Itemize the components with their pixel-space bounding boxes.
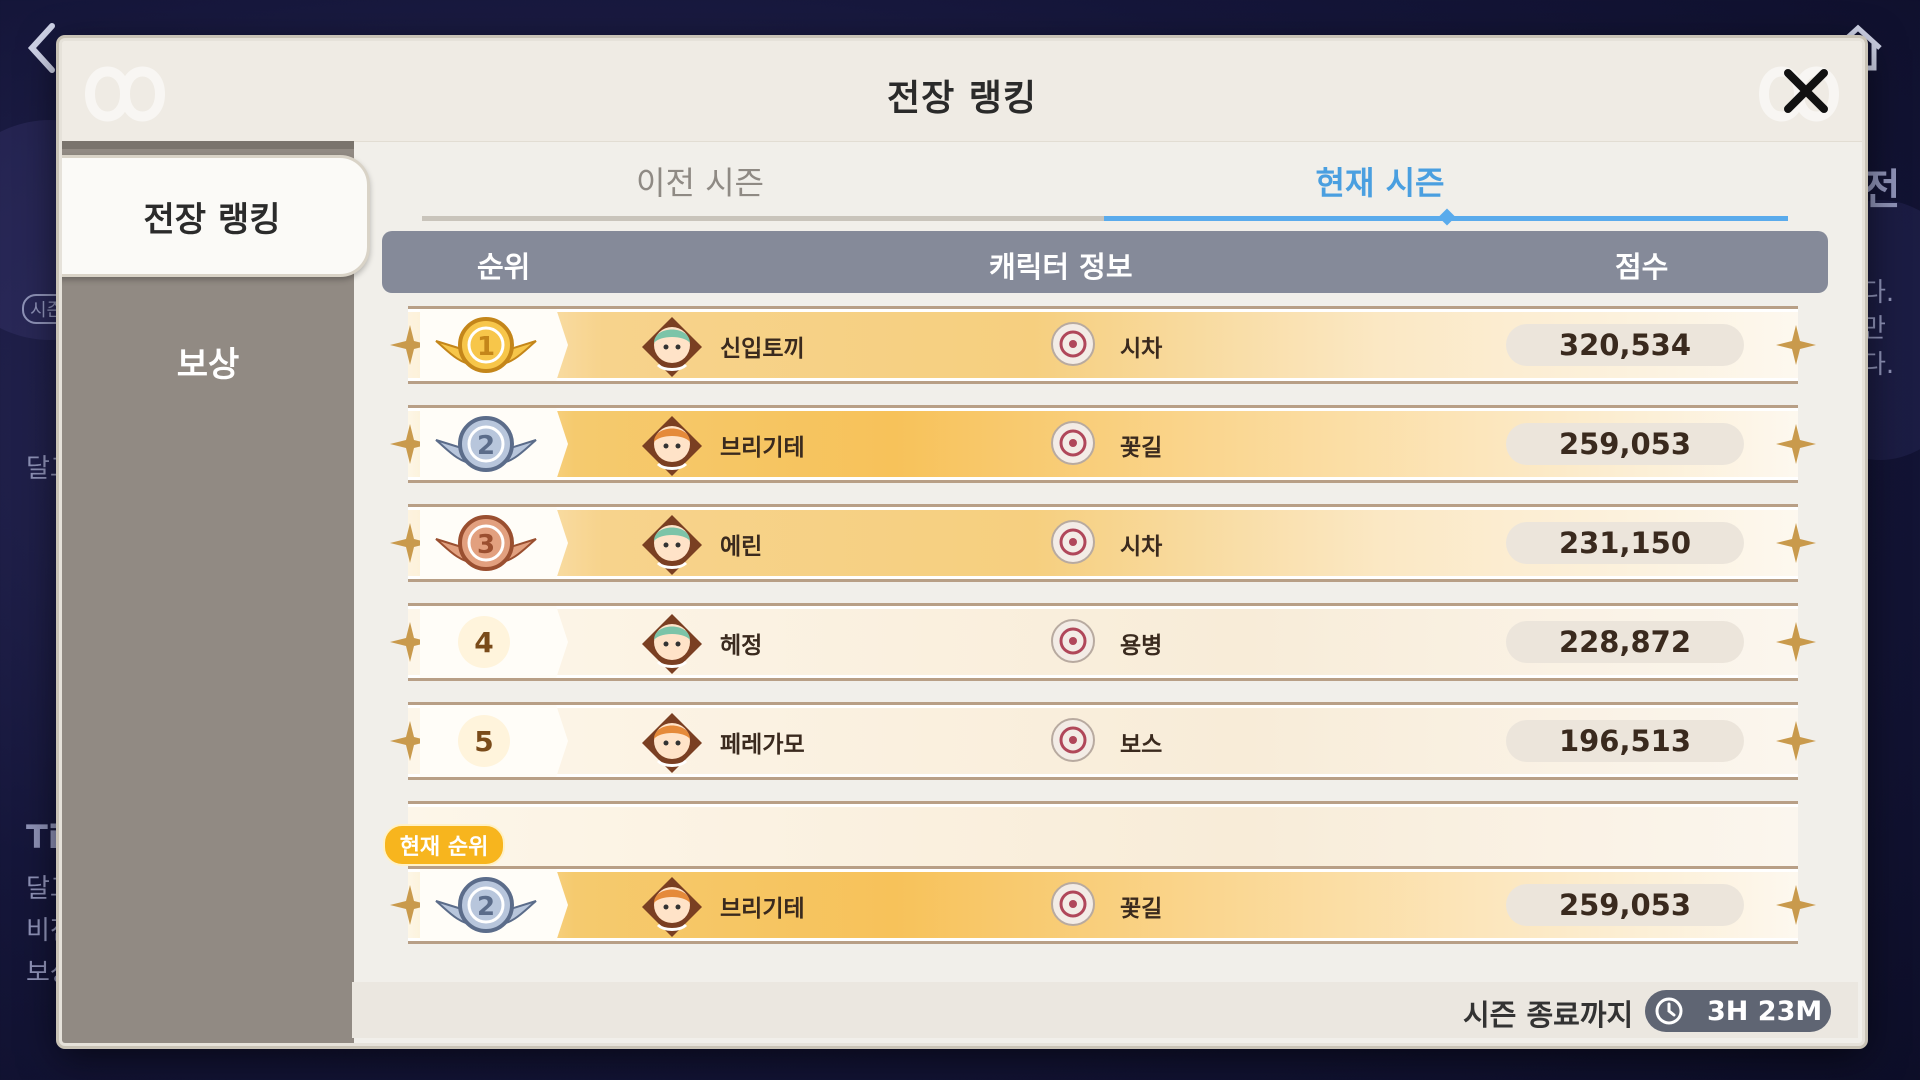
score-pill: 259,053 xyxy=(1506,884,1744,926)
class-icon xyxy=(1051,322,1095,366)
character-name: 브리기테 xyxy=(720,896,805,922)
header-score: 점수 xyxy=(1615,250,1669,284)
character-avatar-icon xyxy=(642,713,702,773)
character-class: 보스 xyxy=(1120,732,1163,758)
table-row[interactable]: 4 헤정 용병 228,872 xyxy=(390,603,1816,681)
current-rank-row: 2 브리기테 꽃길 259,053 xyxy=(360,860,1860,950)
score-pill: 228,872 xyxy=(1506,621,1744,663)
rank-cell: 3 xyxy=(420,507,568,579)
class-icon xyxy=(1051,520,1095,564)
row-star-right-icon xyxy=(1776,885,1816,925)
character-name: 신입토끼 xyxy=(720,336,805,362)
modal-title: 전장 랭킹 xyxy=(886,78,1037,119)
bg-text: 만 xyxy=(1862,314,1886,344)
tab-previous-season[interactable]: 이전 시즌 xyxy=(370,158,1030,218)
svg-text:2: 2 xyxy=(477,431,495,461)
tab-current-season[interactable]: 현재 시즌 xyxy=(1050,158,1710,218)
sidebar-item-label: 보상 xyxy=(176,344,240,385)
character-name: 페레가모 xyxy=(720,732,805,758)
ranking-list[interactable]: 1 신입토끼 시차 320,534 2 브리기테 꽃길 259,053 3 에린 시차 231,150… xyxy=(360,300,1860,874)
character-name: 에린 xyxy=(720,534,763,560)
sidebar-item-reward[interactable]: 보상 xyxy=(62,311,354,411)
bg-text: 전 xyxy=(1862,165,1901,214)
class-icon xyxy=(1051,619,1095,663)
character-avatar-icon xyxy=(642,877,702,937)
sidebar: 전장 랭킹 보상 xyxy=(62,141,370,1043)
class-icon xyxy=(1051,882,1095,926)
row-star-right-icon xyxy=(1776,325,1816,365)
bg-text: 다. xyxy=(1862,350,1895,380)
rank-cell: 5 xyxy=(420,705,568,777)
score-pill: 196,513 xyxy=(1506,720,1744,762)
sidebar-divider xyxy=(62,141,354,149)
character-name: 브리기테 xyxy=(720,435,805,461)
gold-medal-icon: 1 xyxy=(435,317,537,373)
character-avatar-icon xyxy=(642,614,702,674)
current-rank-badge: 현재 순위 xyxy=(383,824,505,866)
header-character-info: 캐릭터 정보 xyxy=(989,250,1133,284)
score-pill: 320,534 xyxy=(1506,324,1744,366)
rank-cell: 2 xyxy=(420,869,568,941)
table-row[interactable]: 1 신입토끼 시차 320,534 xyxy=(390,306,1816,384)
character-name: 헤정 xyxy=(720,633,763,659)
rank-number: 5 xyxy=(458,715,510,767)
row-star-right-icon xyxy=(1776,424,1816,464)
modal-header: 전장 랭킹 xyxy=(62,41,1862,142)
table-header: 순위 캐릭터 정보 점수 xyxy=(382,231,1828,293)
season-end-label: 시즌 종료까지 xyxy=(1463,998,1634,1032)
score-pill: 259,053 xyxy=(1506,423,1744,465)
character-avatar-icon xyxy=(642,317,702,377)
character-class: 용병 xyxy=(1120,633,1163,659)
current-rank-entry[interactable]: 2 브리기테 꽃길 259,053 xyxy=(390,866,1816,944)
svg-text:3: 3 xyxy=(477,530,495,560)
row-star-right-icon xyxy=(1776,523,1816,563)
rank-cell: 1 xyxy=(420,309,568,381)
character-class: 시차 xyxy=(1120,336,1163,362)
back-arrow-icon[interactable] xyxy=(22,18,62,78)
class-icon xyxy=(1051,718,1095,762)
table-row[interactable]: 3 에린 시차 231,150 xyxy=(390,504,1816,582)
character-avatar-icon xyxy=(642,515,702,575)
sidebar-item-ranking[interactable]: 전장 랭킹 xyxy=(62,155,370,277)
silver-medal-icon: 2 xyxy=(435,877,537,933)
character-avatar-icon xyxy=(642,416,702,476)
table-row[interactable]: 2 브리기테 꽃길 259,053 xyxy=(390,405,1816,483)
svg-text:2: 2 xyxy=(477,892,495,922)
score-pill: 231,150 xyxy=(1506,522,1744,564)
clock-icon xyxy=(1655,997,1683,1025)
rank-cell: 2 xyxy=(420,408,568,480)
season-timer: 3H 23M xyxy=(1645,990,1831,1032)
close-icon[interactable] xyxy=(1776,61,1836,121)
silver-medal-icon: 2 xyxy=(435,416,537,472)
character-class: 꽃길 xyxy=(1120,435,1163,461)
character-class: 시차 xyxy=(1120,534,1163,560)
row-star-right-icon xyxy=(1776,721,1816,761)
svg-text:1: 1 xyxy=(477,332,495,362)
row-star-right-icon xyxy=(1776,622,1816,662)
character-class: 꽃길 xyxy=(1120,896,1163,922)
sidebar-item-label: 전장 랭킹 xyxy=(143,199,281,240)
class-icon xyxy=(1051,421,1095,465)
rank-number: 4 xyxy=(458,616,510,668)
timer-value: 3H 23M xyxy=(1707,996,1823,1027)
bronze-medal-icon: 3 xyxy=(435,515,537,571)
bg-text: 다. xyxy=(1862,278,1895,308)
rank-cell: 4 xyxy=(420,606,568,678)
table-row[interactable]: 5 페레가모 보스 196,513 xyxy=(390,702,1816,780)
header-rank: 순위 xyxy=(477,250,531,284)
